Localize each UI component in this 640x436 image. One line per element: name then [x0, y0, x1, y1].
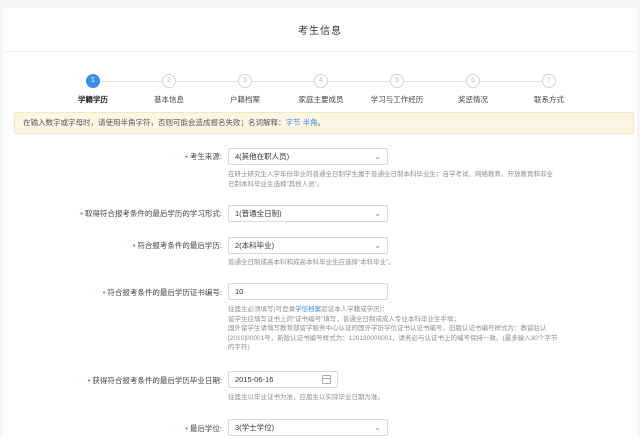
notice-end: 。 [317, 118, 326, 127]
chevron-down-icon: ⌄ [374, 152, 381, 161]
step-progress: 1 学籍学历 2 基本信息 3 户籍档案 4 家庭主要成员 5 学习与工作经历 … [53, 74, 583, 110]
degree-help: 普通全日制成高本科和成高本科毕业生应选择“本科毕业”。 [228, 259, 395, 266]
step-number: 7 [542, 74, 556, 88]
step-number: 5 [390, 74, 404, 88]
grad-date-label: • 获得符合报考条件的最后学历毕业日期: [87, 376, 222, 385]
study-form-label: • 取得符合报考条件的最后学历的学习形式: [80, 209, 222, 218]
source-help: 在研士研究生入学年份毕业的普通全日制学生属于普通全日制本科毕业生；自学考试、网络… [228, 171, 553, 188]
step-1[interactable]: 1 学籍学历 [53, 74, 133, 105]
cert-help-line-1: 往届生必须填写(可登录学信档案验证本人学籍或学历)： [228, 306, 389, 313]
step-label: 联系方式 [534, 95, 564, 104]
grad-date-picker[interactable]: 2015-06-16 [228, 371, 338, 388]
study-form-value: 1(普通全日制) [235, 209, 282, 218]
chevron-down-icon: ⌄ [374, 209, 381, 218]
step-label: 家庭主要成员 [298, 95, 344, 104]
cert-help-line-3: 国外留学生请填写教育部留学服务中心认证的国外学历学位证书认证书编号，旧版认证书编… [228, 325, 558, 351]
step-label: 学籍学历 [78, 95, 108, 104]
required-mark: • [185, 424, 188, 433]
step-label: 基本信息 [154, 95, 184, 104]
required-mark: • [132, 241, 136, 250]
calendar-icon[interactable] [322, 375, 331, 384]
grad-date-help: 往届生以毕业证书为准，应届生以实际毕业日期为准。 [228, 394, 384, 401]
step-number: 4 [314, 74, 328, 88]
term-byte-link[interactable]: 字节 [286, 118, 301, 127]
cert-number-input[interactable]: 10 [228, 283, 388, 300]
notice-text: 在输入数字或字母时，请使用半角字符，否则可能会造成报名失败；名词解释： [23, 118, 286, 127]
step-number: 2 [162, 74, 176, 88]
step-label: 学习与工作经历 [370, 95, 424, 104]
page-title: 考生信息 [298, 26, 342, 37]
cert-number-label: • 符合报考条件的最后学历证书编号: [102, 288, 222, 297]
title-divider [3, 51, 637, 52]
required-mark: • [87, 376, 91, 385]
source-label: • 考生来源: [185, 152, 222, 161]
xuexin-archive-link[interactable]: 学信档案 [295, 306, 321, 313]
cert-number-help: 往届生必须填写(可登录学信档案验证本人学籍或学历)： 留学生应填写证书上的“证书… [228, 305, 563, 353]
step-3[interactable]: 3 户籍档案 [205, 74, 285, 105]
step-label: 户籍档案 [230, 95, 260, 104]
source-value: 4(其他在职人员) [235, 152, 290, 161]
degree-label: • 符合报考条件的最后学历: [132, 241, 222, 250]
step-4[interactable]: 4 家庭主要成员 [281, 74, 361, 105]
step-6[interactable]: 6 奖惩情况 [433, 74, 513, 105]
final-degree-value: 3(学士学位) [235, 423, 275, 432]
step-2[interactable]: 2 基本信息 [129, 74, 209, 105]
degree-select[interactable]: 2(本科毕业) ⌄ [228, 237, 388, 254]
grad-date-value: 2015-06-16 [235, 375, 274, 384]
chevron-down-icon: ⌄ [374, 241, 381, 250]
required-mark: • [80, 209, 83, 218]
term-half-width-link[interactable]: 半角 [303, 118, 318, 127]
step-7[interactable]: 7 联系方式 [509, 74, 589, 105]
chevron-down-icon: ⌄ [374, 423, 381, 432]
cert-number-value: 10 [235, 287, 244, 296]
cert-help-line-2: 留学生应填写证书上的“证书编号”填写，普通全日制或成人专业本科毕业生手填； [228, 315, 460, 323]
step-number: 6 [466, 74, 480, 88]
step-number: 3 [238, 74, 252, 88]
study-form-select[interactable]: 1(普通全日制) ⌄ [228, 205, 388, 222]
half-width-notice: 在输入数字或字母时，请使用半角字符，否则可能会造成报名失败；名词解释：字节 半角… [14, 112, 634, 134]
degree-value: 2(本科毕业) [235, 241, 275, 250]
final-degree-select[interactable]: 3(学士学位) ⌄ [228, 419, 388, 436]
step-label: 奖惩情况 [458, 95, 488, 104]
source-select[interactable]: 4(其他在职人员) ⌄ [228, 148, 388, 165]
step-5[interactable]: 5 学习与工作经历 [357, 74, 437, 105]
required-mark: • [102, 288, 106, 297]
final-degree-label: • 最后学位: [185, 424, 222, 433]
step-number: 1 [86, 74, 100, 88]
required-mark: • [185, 152, 188, 161]
